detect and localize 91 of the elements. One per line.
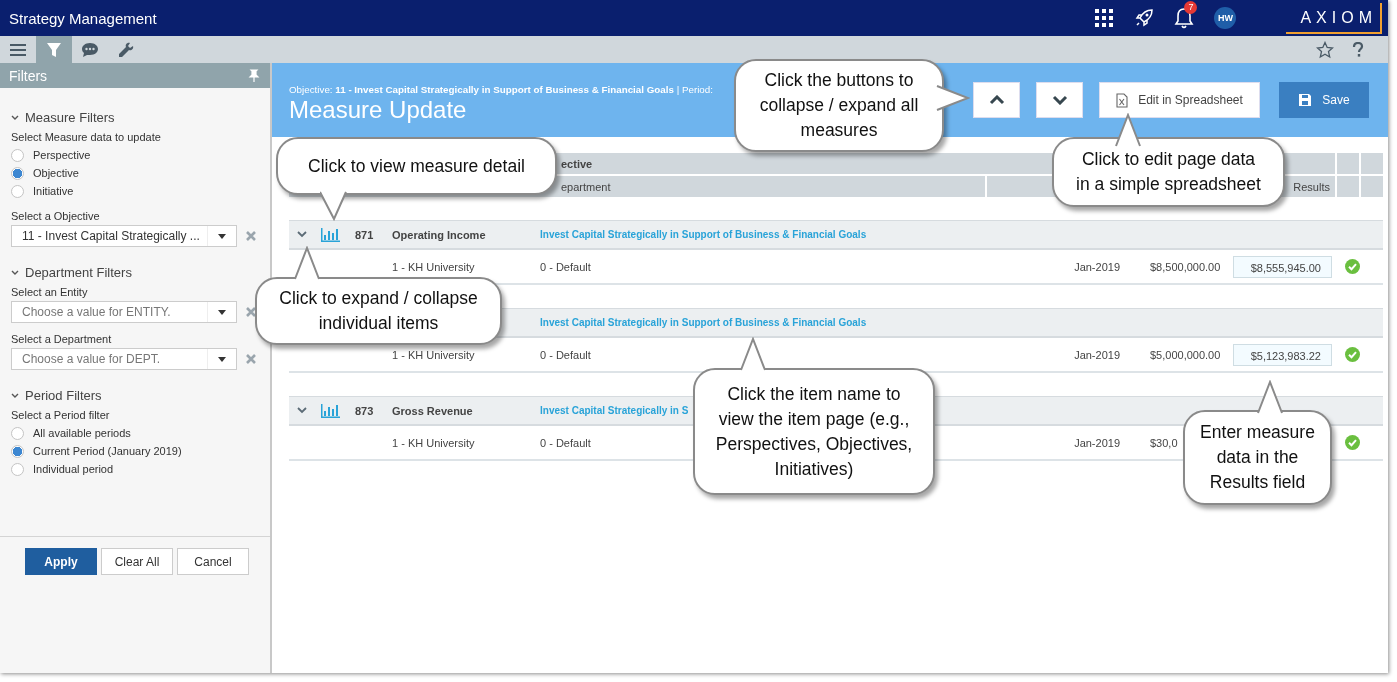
measure-name: Gross Revenue (392, 404, 473, 417)
chevron-down-icon (1051, 95, 1068, 105)
clear-icon[interactable] (246, 354, 256, 364)
radio-button[interactable] (11, 426, 24, 440)
period-cell-text: Jan-2019 (1073, 348, 1120, 361)
chat-bubble-icon (81, 41, 99, 58)
department-cell: 0 - Default (540, 348, 591, 361)
user-avatar[interactable]: HW (1214, 7, 1237, 29)
column-header (1361, 176, 1383, 197)
chevron-down-icon[interactable] (11, 114, 19, 121)
panel-title: Filters (9, 67, 48, 84)
radio-option[interactable]: Individual period (11, 460, 270, 478)
help-icon[interactable] (1352, 41, 1364, 58)
dropdown-field[interactable]: Choose a value for ENTITY. (11, 301, 237, 323)
objective-line: Objective: 11 - Invest Capital Strategically in Support of Business & Financial Goals | Period: (289, 84, 713, 95)
apply-button[interactable]: Apply (25, 548, 97, 575)
expand-toggle-icon[interactable] (297, 407, 307, 414)
department-cell: 0 - Default (540, 260, 591, 273)
wrench-icon (118, 41, 134, 58)
section-title: Measure Filters (25, 110, 115, 125)
clear-icon[interactable] (246, 231, 256, 241)
menu-icon (10, 42, 26, 57)
measure-name: Operating Income (392, 228, 486, 241)
radio-button[interactable] (11, 462, 24, 476)
notification-badge: 7 (1184, 1, 1198, 14)
column-header (1337, 153, 1359, 174)
section-title: Department Filters (25, 265, 132, 280)
callout-pointer (936, 84, 970, 114)
page-title: Measure Update (289, 96, 468, 124)
chevron-down-icon[interactable] (11, 392, 19, 399)
field-label: Select Measure data to update (11, 131, 162, 143)
radio-option[interactable]: All available periods (11, 424, 270, 442)
field-label: Select a Objective (11, 210, 101, 222)
callout-bubble: Click to view measure detail (276, 137, 557, 195)
department-cell: 0 - Default (540, 436, 591, 449)
callout-bubble: Click to edit page data in a simple spreadsheet (1052, 137, 1285, 207)
radio-button[interactable] (11, 184, 24, 198)
radio-button[interactable] (11, 444, 24, 458)
caret-icon (218, 233, 226, 239)
results-field[interactable]: $5,123,983.22 (1233, 343, 1332, 366)
caret-icon (218, 356, 226, 362)
panel-button[interactable]: Cancel (177, 548, 249, 575)
collapse-all-button[interactable] (973, 82, 1020, 118)
logo: AXIOM (1286, 2, 1382, 34)
callout-bubble: Click to expand / collapse individual items (255, 277, 502, 345)
entity-cell-text: 1 - KH University (392, 260, 476, 273)
expand-all-button[interactable] (1036, 82, 1083, 118)
dropdown-field[interactable]: 11 - Invest Capital Strategically ... (11, 225, 237, 247)
bar-chart-icon[interactable] (320, 227, 340, 242)
favorite-star-icon[interactable] (1316, 40, 1334, 59)
field-label: Select a Department (11, 333, 113, 345)
period-cell-text: Jan-2019 (1073, 436, 1120, 449)
panel-button[interactable]: Clear All (101, 548, 173, 575)
pin-icon[interactable] (248, 68, 260, 83)
bar-chart-icon[interactable] (320, 403, 340, 418)
callout-bubble: Enter measure data in the Results field (1183, 410, 1332, 505)
field-label: Select a Period filter (11, 409, 111, 421)
field-label: Select an Entity (11, 286, 89, 298)
section-title: Period Filters (25, 388, 102, 403)
radio-option[interactable]: Objective (11, 164, 270, 182)
radio-option[interactable]: Current Period (January 2019) (11, 442, 270, 460)
radio-button[interactable] (11, 148, 24, 162)
entity-cell-text: 1 - KH University (392, 348, 476, 361)
filter-icon (47, 41, 61, 58)
expand-toggle-icon[interactable] (297, 231, 307, 238)
caret-icon (218, 309, 226, 315)
dropdown-field[interactable]: Choose a value for DEPT. (11, 348, 237, 370)
filter-tab[interactable] (36, 36, 72, 63)
column-header (1361, 153, 1383, 174)
callout-bubble: Click the buttons to collapse / expand all measures (734, 59, 944, 152)
chevron-up-icon (988, 95, 1005, 105)
measure-id: 873 (355, 404, 374, 417)
save-button[interactable]: Save (1279, 82, 1369, 118)
app-title: Strategy Management (9, 9, 157, 27)
radio-button[interactable] (11, 166, 24, 180)
apps-grid-icon[interactable] (1094, 8, 1115, 28)
clear-icon[interactable] (246, 307, 256, 317)
chevron-down-icon[interactable] (11, 269, 19, 276)
column-header (1337, 176, 1359, 197)
target-cell-text: $8,500,000.00 (1149, 260, 1222, 273)
target-cell-text: $30,0 (1149, 436, 1179, 449)
callout-bubble: Click the item name to view the item page (e.g., Perspectives, Objectives, Initiatives) (693, 368, 935, 495)
target-cell-text: $5,000,000.00 (1149, 348, 1222, 361)
spreadsheet-file-icon (1116, 92, 1129, 108)
period-cell-text: Jan-2019 (1073, 260, 1120, 273)
radio-option[interactable]: Initiative (11, 182, 270, 200)
rocket-icon[interactable] (1134, 8, 1155, 28)
entity-cell-text: 1 - KH University (392, 436, 476, 449)
results-field[interactable]: $8,555,945.00 (1233, 255, 1332, 278)
radio-option[interactable]: Perspective (11, 146, 270, 164)
measure-id: 871 (355, 228, 374, 241)
